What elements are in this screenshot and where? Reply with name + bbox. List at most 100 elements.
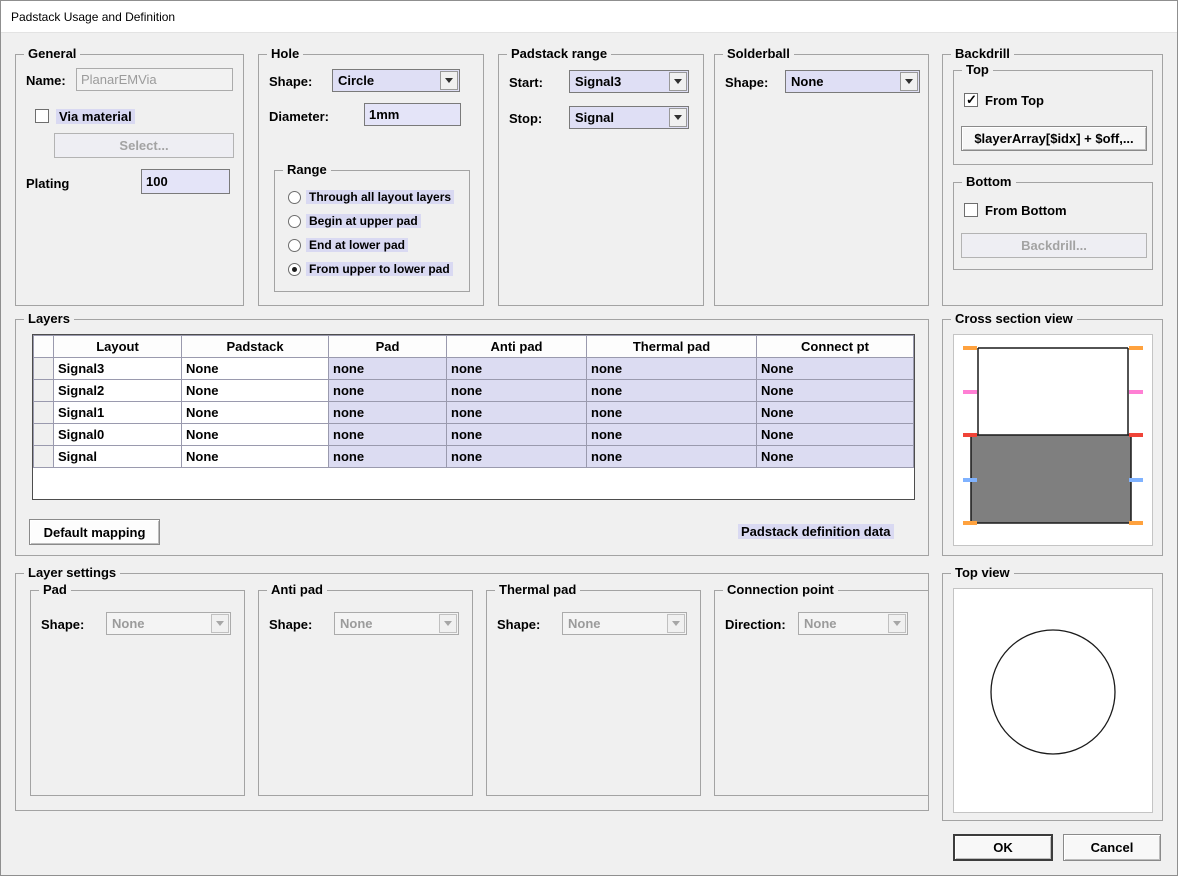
chevron-down-icon [893, 621, 901, 626]
radio-label-through-all-layout-layers[interactable]: Through all layout layers [306, 190, 454, 204]
col-header-connect-pt[interactable]: Connect pt [757, 336, 914, 358]
diameter-field[interactable] [364, 103, 461, 126]
cell-padstack[interactable]: None [182, 424, 329, 446]
thermal-pad-shape-dropdown[interactable]: None [562, 612, 687, 635]
layer-tick [963, 521, 977, 525]
direction-dropdown[interactable]: None [798, 612, 908, 635]
radio-begin-at-upper-pad[interactable] [288, 215, 301, 228]
layer-tick [963, 478, 977, 482]
backdrill-top-group: Top From Top $layerArray[$idx] + $off,..… [953, 70, 1153, 165]
cell-padstack[interactable]: None [182, 380, 329, 402]
from-bottom-checkbox[interactable] [964, 203, 978, 217]
cell-thermal-pad[interactable]: none [587, 380, 757, 402]
select-button[interactable]: Select... [54, 133, 234, 158]
radio-from-upper-to-lower-pad[interactable] [288, 263, 301, 276]
cell-anti-pad[interactable]: none [447, 380, 587, 402]
anti-pad-legend: Anti pad [267, 582, 327, 597]
solderball-dropdown-arrow-button[interactable] [900, 72, 918, 91]
from-top-label[interactable]: From Top [985, 93, 1044, 108]
start-dropdown[interactable]: Signal3 [569, 70, 689, 93]
cell-layout[interactable]: Signal1 [54, 402, 182, 424]
thermal-pad-shape-dropdown-arrow-button[interactable] [667, 614, 685, 633]
cell-padstack[interactable]: None [182, 358, 329, 380]
solderball-shape-label: Shape: [725, 75, 768, 90]
name-label: Name: [26, 73, 66, 88]
col-header-anti-pad[interactable]: Anti pad [447, 336, 587, 358]
start-dropdown-arrow-button[interactable] [669, 72, 687, 91]
hole-shape-dropdown[interactable]: Circle [332, 69, 460, 92]
cross-section-diagram [954, 335, 1152, 545]
row-selector-cell[interactable] [34, 424, 54, 446]
col-header-thermal-pad[interactable]: Thermal pad [587, 336, 757, 358]
name-field[interactable] [76, 68, 233, 91]
col-header-layout[interactable]: Layout [54, 336, 182, 358]
stop-dropdown-arrow-button[interactable] [669, 108, 687, 127]
backdrill-bottom-button-label: Backdrill... [1021, 238, 1087, 253]
start-value: Signal3 [575, 74, 621, 89]
row-selector-cell[interactable] [34, 446, 54, 468]
cell-thermal-pad[interactable]: none [587, 446, 757, 468]
col-header-pad[interactable]: Pad [329, 336, 447, 358]
thermal-pad-shape-value: None [568, 616, 601, 631]
backdrill-top-expression-button[interactable]: $layerArray[$idx] + $off,... [961, 126, 1147, 151]
cell-anti-pad[interactable]: none [447, 424, 587, 446]
pad-shape-dropdown[interactable]: None [106, 612, 231, 635]
cell-anti-pad[interactable]: none [447, 402, 587, 424]
cell-padstack[interactable]: None [182, 402, 329, 424]
radio-label-end-at-lower-pad[interactable]: End at lower pad [306, 238, 408, 252]
from-top-checkbox[interactable] [964, 93, 978, 107]
backdrill-legend: Backdrill [951, 46, 1014, 61]
layer-tick [963, 433, 977, 437]
backdrill-bottom-button[interactable]: Backdrill... [961, 233, 1147, 258]
row-selector-cell[interactable] [34, 380, 54, 402]
direction-value: None [804, 616, 837, 631]
default-mapping-button[interactable]: Default mapping [29, 519, 160, 545]
radio-through-all-layout-layers[interactable] [288, 191, 301, 204]
cell-padstack[interactable]: None [182, 446, 329, 468]
stop-dropdown[interactable]: Signal [569, 106, 689, 129]
hole-shape-dropdown-arrow-button[interactable] [440, 71, 458, 90]
cell-pad[interactable]: none [329, 380, 447, 402]
top-view-legend: Top view [951, 565, 1014, 580]
anti-pad-shape-dropdown-arrow-button[interactable] [439, 614, 457, 633]
row-selector-cell[interactable] [34, 358, 54, 380]
ok-button[interactable]: OK [953, 834, 1053, 861]
chevron-down-icon [905, 79, 913, 84]
cell-layout[interactable]: Signal3 [54, 358, 182, 380]
col-header-padstack[interactable]: Padstack [182, 336, 329, 358]
radio-end-at-lower-pad[interactable] [288, 239, 301, 252]
via-material-checkbox[interactable] [35, 109, 49, 123]
cell-pad[interactable]: none [329, 424, 447, 446]
cell-connect-pt[interactable]: None [757, 402, 914, 424]
cell-connect-pt[interactable]: None [757, 446, 914, 468]
via-material-label[interactable]: Via material [56, 109, 135, 124]
solderball-shape-dropdown[interactable]: None [785, 70, 920, 93]
cell-pad[interactable]: none [329, 446, 447, 468]
row-selector-cell[interactable] [34, 402, 54, 424]
radio-label-from-upper-to-lower-pad[interactable]: From upper to lower pad [306, 262, 453, 276]
cell-anti-pad[interactable]: none [447, 446, 587, 468]
radio-label-begin-at-upper-pad[interactable]: Begin at upper pad [306, 214, 421, 228]
cell-thermal-pad[interactable]: none [587, 358, 757, 380]
chevron-down-icon [445, 78, 453, 83]
cell-pad[interactable]: none [329, 402, 447, 424]
anti-pad-shape-dropdown[interactable]: None [334, 612, 459, 635]
cell-anti-pad[interactable]: none [447, 358, 587, 380]
cell-thermal-pad[interactable]: none [587, 402, 757, 424]
cell-connect-pt[interactable]: None [757, 358, 914, 380]
cell-connect-pt[interactable]: None [757, 424, 914, 446]
cell-layout[interactable]: Signal2 [54, 380, 182, 402]
cell-layout[interactable]: Signal0 [54, 424, 182, 446]
cell-connect-pt[interactable]: None [757, 380, 914, 402]
plating-field[interactable] [141, 169, 230, 194]
cell-pad[interactable]: none [329, 358, 447, 380]
from-bottom-label[interactable]: From Bottom [985, 203, 1067, 218]
pad-shape-dropdown-arrow-button[interactable] [211, 614, 229, 633]
cancel-button[interactable]: Cancel [1063, 834, 1161, 861]
direction-dropdown-arrow-button[interactable] [888, 614, 906, 633]
cell-thermal-pad[interactable]: none [587, 424, 757, 446]
cross-section-legend: Cross section view [951, 311, 1077, 326]
table-row: Signal2 None none none none None [34, 380, 914, 402]
pad-shape-value: None [112, 616, 145, 631]
cell-layout[interactable]: Signal [54, 446, 182, 468]
